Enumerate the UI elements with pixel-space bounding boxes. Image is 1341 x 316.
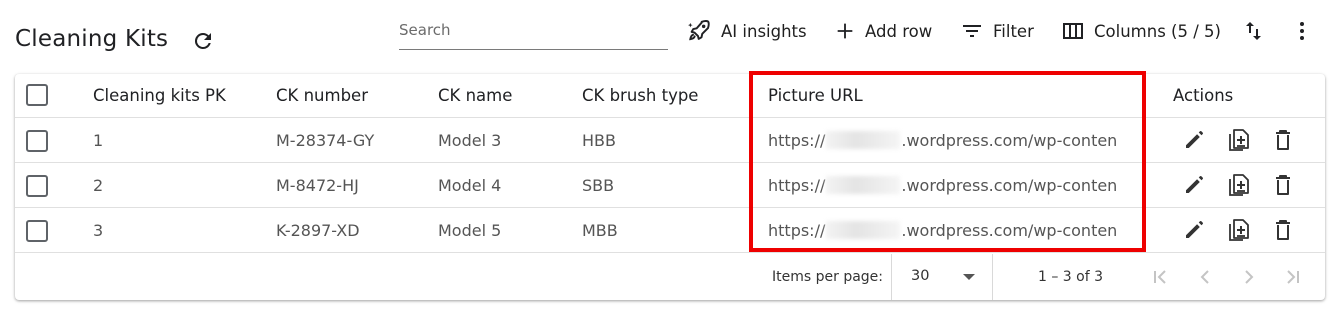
copy-plus-icon[interactable] [1226,128,1250,152]
copy-plus-icon[interactable] [1226,173,1250,197]
search-field[interactable] [399,12,668,50]
cell-picture-url: https:// .wordpress.com/wp-conten [768,118,1143,162]
ai-insights-button[interactable]: AI insights [686,16,807,46]
sort-arrows-icon[interactable] [1241,19,1265,43]
pencil-icon[interactable] [1182,218,1206,242]
plus-icon [837,23,853,39]
trash-icon[interactable] [1271,128,1295,152]
cell-picture-url: https:// .wordpress.com/wp-conten [768,163,1143,207]
filter-label: Filter [993,21,1034,41]
ai-insights-label: AI insights [721,21,807,41]
redacted-blur [826,131,901,149]
cell-ck-name: Model 5 [438,220,502,240]
refresh-icon[interactable] [191,29,215,53]
copy-plus-icon[interactable] [1226,218,1250,242]
column-header-actions: Actions [1173,86,1234,105]
url-suffix: .wordpress.com/wp-conten [901,220,1118,240]
columns-button[interactable]: Columns (5 / 5) [1061,16,1221,46]
pagination-bar: Items per page: 30 1 – 3 of 3 [15,254,1325,300]
chevron-right-icon[interactable] [1237,265,1261,289]
pencil-icon[interactable] [1182,128,1206,152]
cell-brush-type: MBB [582,220,618,240]
add-row-label: Add row [865,21,933,41]
cell-brush-type: HBB [582,130,616,150]
table-row[interactable]: 2 M-8472-HJ Model 4 SBB https:// .wordpre… [15,163,1325,208]
trash-icon[interactable] [1271,173,1295,197]
page-title: Cleaning Kits [15,26,169,52]
redacted-blur [826,176,901,194]
column-header-ck-name[interactable]: CK name [438,74,568,117]
last-page-icon[interactable] [1281,265,1305,289]
filter-lines-icon [963,25,981,37]
search-input[interactable] [399,12,668,46]
items-per-page-label: Items per page: [772,269,884,285]
cell-pk: 2 [93,175,104,195]
cell-brush-type: SBB [582,175,615,195]
page-size-value: 30 [911,268,930,284]
url-prefix: https:// [768,175,826,195]
url-suffix: .wordpress.com/wp-conten [901,130,1118,150]
select-all-checkbox[interactable] [26,84,48,106]
add-row-button[interactable]: Add row [834,16,932,46]
columns-label: Columns (5 / 5) [1094,21,1221,41]
chevron-left-icon[interactable] [1193,265,1217,289]
first-page-icon[interactable] [1148,265,1172,289]
url-suffix: .wordpress.com/wp-conten [901,175,1118,195]
cell-pk: 1 [93,130,104,150]
trash-icon[interactable] [1271,218,1295,242]
page-size-select[interactable]: 30 [891,254,993,300]
row-checkbox[interactable] [26,175,48,197]
redacted-blur [826,221,901,239]
column-header-pk[interactable]: Cleaning kits PK [93,74,263,117]
more-vertical-icon[interactable] [1290,19,1314,43]
cell-ck-name: Model 3 [438,130,502,150]
table-row[interactable]: 3 K-2897-XD Model 5 MBB https:// .wordpre… [15,208,1325,253]
pencil-icon[interactable] [1182,173,1206,197]
column-header-brush-type[interactable]: CK brush type [582,74,752,117]
column-header-ck-number[interactable]: CK number [276,74,426,117]
columns-icon [1063,23,1083,39]
filter-button[interactable]: Filter [960,16,1034,46]
row-checkbox[interactable] [26,130,48,152]
page-range-label: 1 – 3 of 3 [1038,269,1104,285]
row-checkbox[interactable] [26,220,48,242]
cell-ck-number: M-28374-GY [276,130,375,150]
url-prefix: https:// [768,130,826,150]
cell-ck-name: Model 4 [438,175,502,195]
cell-ck-number: M-8472-HJ [276,175,359,195]
url-prefix: https:// [768,220,826,240]
dropdown-caret-icon [963,274,975,280]
data-table-card: Cleaning kits PK CK number CK name CK br… [15,74,1325,300]
rocket-sparkle-icon [688,20,710,41]
table-row[interactable]: 1 M-28374-GY Model 3 HBB https:// .wordpr… [15,118,1325,163]
column-header-picture-url[interactable]: Picture URL [768,74,1143,117]
cell-pk: 3 [93,220,104,240]
cell-ck-number: K-2897-XD [276,220,360,240]
cell-picture-url: https:// .wordpress.com/wp-conten [768,208,1143,252]
toolbar: Cleaning Kits AI insights Add row Filter [0,0,1341,66]
table-header-row: Cleaning kits PK CK number CK name CK br… [15,74,1325,118]
